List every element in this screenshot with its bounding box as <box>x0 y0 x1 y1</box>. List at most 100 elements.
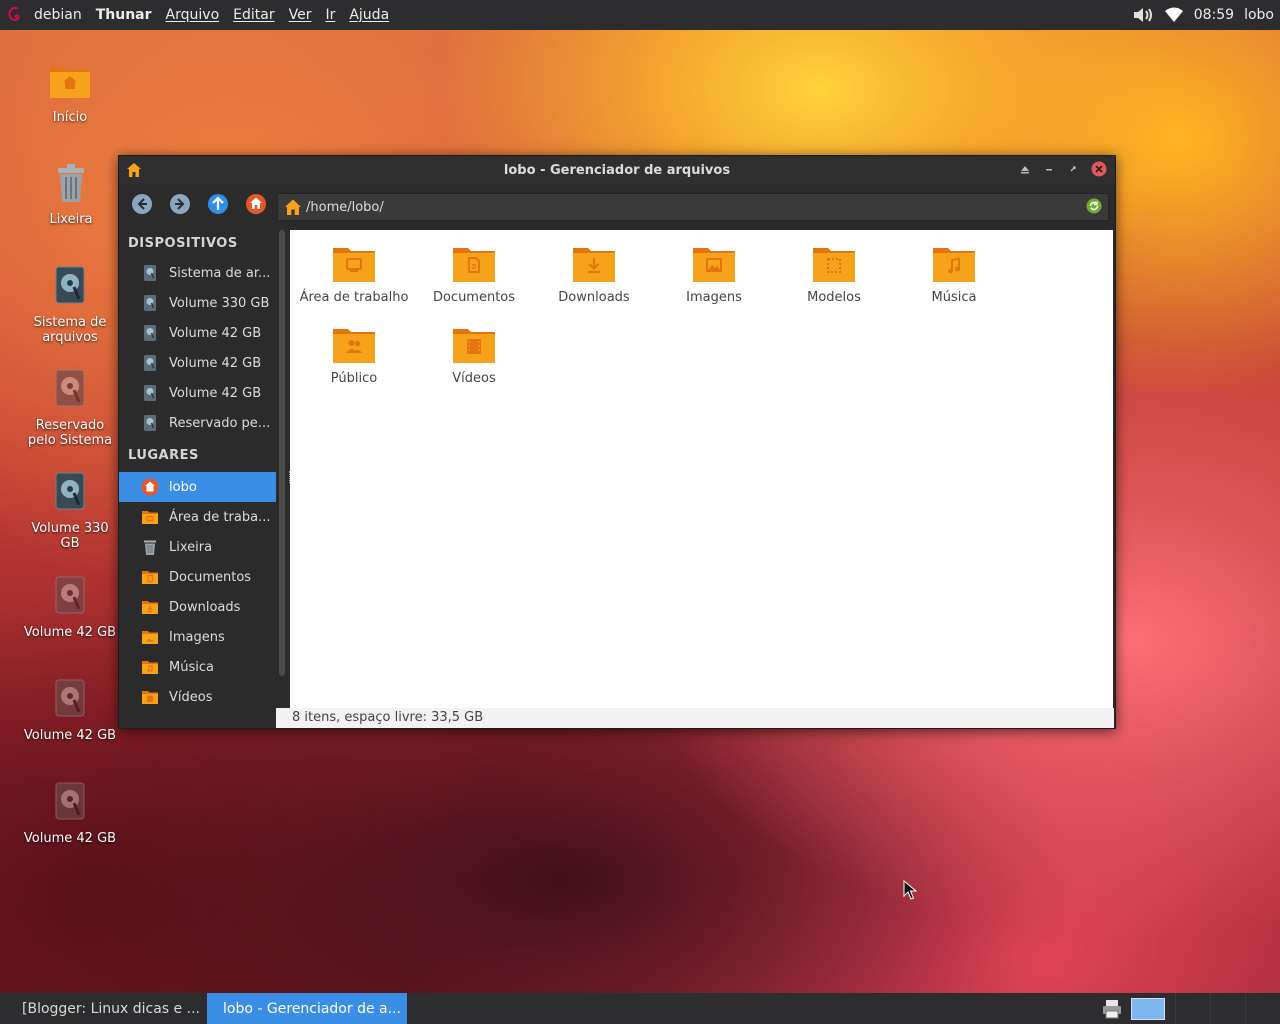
location-bar[interactable]: /home/lobo/ <box>277 193 1109 221</box>
file-item-pictures[interactable]: Imagens <box>654 244 774 305</box>
desktop-icon-volume-42-b[interactable]: Volume 42 GB <box>20 676 120 743</box>
sidebar-item-label: Reservado pe... <box>169 415 271 431</box>
taskbar-right <box>1101 993 1280 1024</box>
top-panel: debian Thunar Arquivo Editar Ver Ir Ajud… <box>0 0 1280 30</box>
file-item-desktop[interactable]: Área de trabalho <box>294 244 414 305</box>
desktop-icon-label: Início <box>52 110 88 125</box>
drive-icon <box>144 385 156 401</box>
downloads-folder-icon <box>142 601 158 614</box>
pictures-folder-icon <box>142 631 158 644</box>
minimize-icon[interactable] <box>1043 163 1055 175</box>
task-label: [Blogger: Linux dicas e ... <box>22 1000 200 1017</box>
sidebar-item-downloads[interactable]: Downloads <box>119 592 276 622</box>
sidebar-item-device[interactable]: Volume 42 GB <box>119 378 276 408</box>
sidebar-item-home[interactable]: lobo <box>119 472 276 502</box>
forward-button[interactable] <box>167 191 193 217</box>
drive-icon <box>144 295 156 311</box>
task-browser[interactable]: [Blogger: Linux dicas e ... <box>0 993 207 1024</box>
home-icon <box>246 194 266 214</box>
sidebar-item-label: Volume 42 GB <box>169 385 262 401</box>
menu-arquivo[interactable]: Arquivo <box>166 7 220 23</box>
desktop-icon-label: Lixeira <box>49 212 93 227</box>
arrow-right-icon <box>170 194 190 214</box>
sidebar-scrollbar[interactable] <box>279 230 285 676</box>
app-name[interactable]: Thunar <box>96 7 152 23</box>
sidebar-item-trash[interactable]: Lixeira <box>119 532 276 562</box>
desktop-icon-label: Sistema de arquivos <box>33 315 107 345</box>
menu-ir[interactable]: Ir <box>325 7 335 23</box>
mouse-cursor-icon <box>903 880 917 900</box>
desktop-icon-volume-330[interactable]: Volume 330 GB <box>20 469 120 551</box>
debian-logo-icon[interactable] <box>6 5 26 25</box>
documents-folder-icon <box>142 571 158 584</box>
workspace-2[interactable] <box>1175 993 1210 1024</box>
file-item-documents[interactable]: Documentos <box>414 244 534 305</box>
sidebar-item-label: Sistema de ar... <box>169 265 271 281</box>
workspace-4[interactable] <box>1245 993 1280 1024</box>
sidebar-item-pictures[interactable]: Imagens <box>119 622 276 652</box>
desktop-icon-label: Volume 42 GB <box>23 831 117 846</box>
sidebar-item-device[interactable]: Sistema de ar... <box>119 258 276 288</box>
file-view[interactable]: Área de trabalho Documentos Downloads Im… <box>290 230 1113 708</box>
sidebar-item-device[interactable]: Volume 42 GB <box>119 318 276 348</box>
close-icon[interactable] <box>1091 161 1107 177</box>
drive-icon <box>55 782 85 820</box>
file-item-downloads[interactable]: Downloads <box>534 244 654 305</box>
sidebar-item-label: lobo <box>169 479 197 495</box>
desktop-icon-label: Volume 42 GB <box>23 625 117 640</box>
file-item-label: Vídeos <box>452 371 496 386</box>
sidebar-item-device[interactable]: Volume 330 GB <box>119 288 276 318</box>
desktop-icon-volume-42-c[interactable]: Volume 42 GB <box>20 779 120 846</box>
desktop-icon-filesystem[interactable]: Sistema de arquivos <box>20 263 120 345</box>
file-item-public[interactable]: Público <box>294 325 414 386</box>
desktop-icon-volume-42-a[interactable]: Volume 42 GB <box>20 573 120 640</box>
file-item-videos[interactable]: Vídeos <box>414 325 534 386</box>
system-tray: 08:59 lobo <box>1132 0 1274 30</box>
refresh-icon[interactable] <box>1086 198 1102 214</box>
back-button[interactable] <box>129 191 155 217</box>
distro-menu[interactable]: debian <box>34 7 82 23</box>
clock[interactable]: 08:59 <box>1194 7 1234 23</box>
workspace-1[interactable] <box>1131 997 1165 1020</box>
sidebar-item-desktop[interactable]: Área de traba... <box>119 502 276 532</box>
volume-icon[interactable] <box>1132 6 1154 24</box>
home-button[interactable] <box>243 191 269 217</box>
desktop-icon-trash[interactable]: Lixeira <box>21 160 121 227</box>
sidebar: DISPOSITIVOS Sistema de ar... Volume 330… <box>119 228 276 728</box>
downloads-folder-icon <box>573 248 615 282</box>
menu-editar[interactable]: Editar <box>233 7 274 23</box>
up-button[interactable] <box>205 191 231 217</box>
sidebar-item-music[interactable]: Música <box>119 652 276 682</box>
sidebar-item-documents[interactable]: Documentos <box>119 562 276 592</box>
sidebar-item-device[interactable]: Volume 42 GB <box>119 348 276 378</box>
videos-folder-icon <box>142 691 158 704</box>
printer-icon[interactable] <box>1101 999 1123 1019</box>
drive-icon <box>55 266 85 304</box>
file-item-music[interactable]: Música <box>894 244 1014 305</box>
drive-icon <box>55 369 85 407</box>
sidebar-item-device[interactable]: Reservado pe... <box>119 408 276 438</box>
sidebar-item-label: Música <box>169 659 214 675</box>
sidebar-item-videos[interactable]: Vídeos <box>119 682 276 712</box>
desktop-icon-label: Volume 330 GB <box>31 521 109 551</box>
desktop-icon-reserved[interactable]: Reservado pelo Sistema <box>20 366 120 448</box>
trash-icon <box>144 540 156 555</box>
workspace-3[interactable] <box>1210 993 1245 1024</box>
maximize-icon[interactable] <box>1067 163 1079 175</box>
home-folder-icon <box>50 67 90 98</box>
menu-ver[interactable]: Ver <box>289 7 312 23</box>
task-file-manager[interactable]: lobo - Gerenciador de a... <box>207 993 407 1024</box>
shade-icon[interactable] <box>1019 163 1031 175</box>
wifi-icon[interactable] <box>1164 7 1184 23</box>
home-folder-icon <box>285 199 301 215</box>
menu-ajuda[interactable]: Ajuda <box>349 7 389 23</box>
user-menu[interactable]: lobo <box>1244 7 1274 23</box>
sidebar-item-label: Volume 42 GB <box>169 325 262 341</box>
desktop-folder-icon <box>333 248 375 282</box>
desktop-icon-home[interactable]: Início <box>20 58 120 125</box>
pictures-folder-icon <box>693 248 735 282</box>
window-titlebar[interactable]: lobo - Gerenciador de arquivos <box>119 156 1115 184</box>
location-path[interactable]: /home/lobo/ <box>306 200 384 215</box>
drive-icon <box>55 679 85 717</box>
file-item-templates[interactable]: Modelos <box>774 244 894 305</box>
